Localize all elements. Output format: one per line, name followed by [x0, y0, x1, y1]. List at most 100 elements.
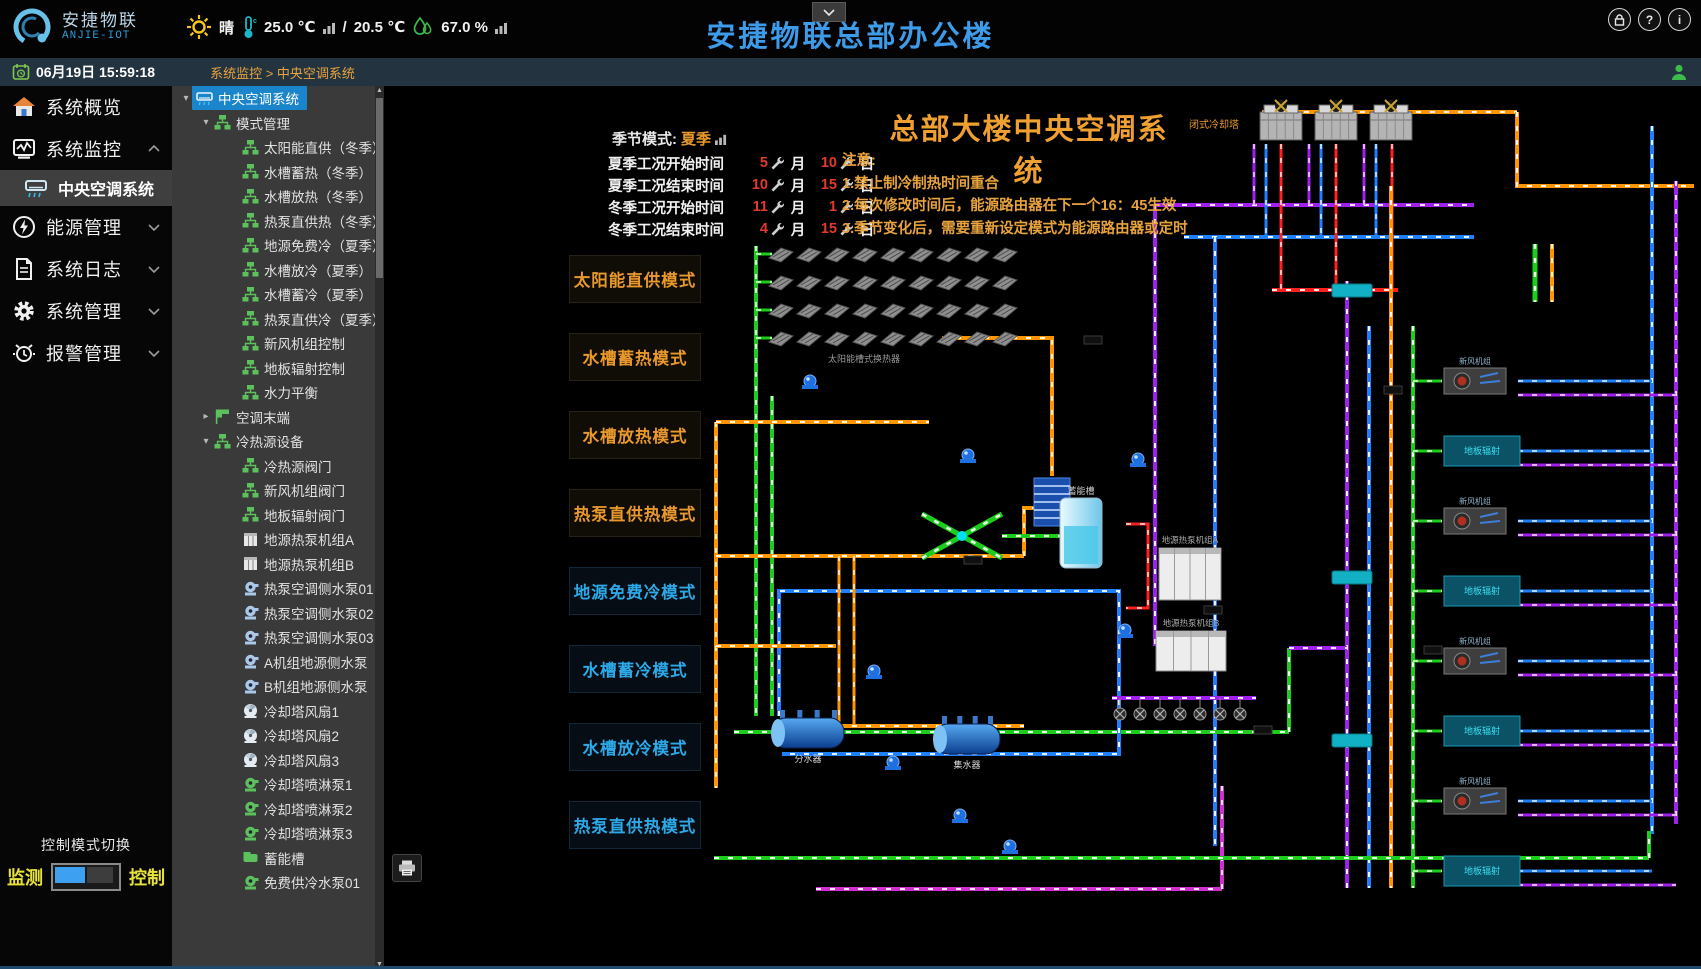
org-icon: [242, 237, 259, 254]
cabinet-icon: [242, 531, 259, 548]
mode-button-4[interactable]: 地源免费冷模式: [570, 568, 700, 614]
scrollbar-thumb[interactable]: [376, 98, 383, 278]
print-button[interactable]: [392, 854, 422, 882]
solar-collector-icon: [797, 332, 821, 346]
tree-item-4[interactable]: 水槽放热（冬季）: [172, 184, 384, 209]
mode-button-2[interactable]: 水槽放热模式: [570, 412, 700, 458]
tree-item-20[interactable]: 热泵空调侧水泵01: [172, 576, 384, 601]
ac-icon: [196, 90, 213, 107]
bus-action-chip[interactable]: [1332, 284, 1372, 297]
status-bar: 06月19日 15:59:18 系统监控 > 中央空调系统: [0, 58, 1701, 86]
tree-item-0[interactable]: ▾中央空调系统: [172, 86, 384, 111]
sidebar-item-1[interactable]: 系统监控: [0, 128, 172, 170]
tree-item-10[interactable]: 新风机组控制: [172, 331, 384, 356]
tree-scrollbar[interactable]: ▲ ▼: [375, 86, 384, 969]
valve-tag: [1384, 386, 1402, 394]
tree-item-6[interactable]: 地源免费冷（夏季）: [172, 233, 384, 258]
radiant-unit[interactable]: 地板辐射: [1444, 716, 1520, 746]
radiant-unit[interactable]: 地板辐射: [1444, 576, 1520, 606]
mode-button-1[interactable]: 水槽蓄热模式: [570, 334, 700, 380]
tree-item-31[interactable]: 蓄能槽: [172, 846, 384, 871]
sidebar-item-6[interactable]: 报警管理: [0, 332, 172, 374]
tree-item-25[interactable]: 冷却塔风扇1: [172, 699, 384, 724]
tree-item-22[interactable]: 热泵空调侧水泵03: [172, 625, 384, 650]
info-button[interactable]: i: [1668, 8, 1691, 31]
ahu-unit[interactable]: 新风机组: [1444, 776, 1506, 814]
tree-item-16[interactable]: 新风机组阀门: [172, 478, 384, 503]
tree-item-2[interactable]: 太阳能直供（冬季）: [172, 135, 384, 160]
mode-button-0[interactable]: 太阳能直供模式: [570, 256, 700, 302]
sidebar-item-0[interactable]: 系统概览: [0, 86, 172, 128]
tree-item-19[interactable]: 地源热泵机组B: [172, 552, 384, 577]
mode-button-3[interactable]: 热泵直供热模式: [570, 490, 700, 536]
sidebar: 系统概览系统监控中央空调系统能源管理系统日志系统管理报警管理控制模式切换监测控制: [0, 86, 172, 969]
heat-pump-a[interactable]: 地源热泵机组A: [1159, 535, 1221, 600]
ahu-unit[interactable]: 新风机组: [1444, 636, 1506, 674]
tree-item-26[interactable]: 冷却塔风扇2: [172, 723, 384, 748]
tree-expander-icon[interactable]: ▾: [180, 93, 192, 104]
tree-item-11[interactable]: 地板辐射控制: [172, 356, 384, 381]
solar-collector-icon: [769, 276, 793, 290]
wrench-edit-icon[interactable]: [770, 156, 785, 171]
mode-button-5[interactable]: 水槽蓄冷模式: [570, 646, 700, 692]
tree-expander-icon[interactable]: ▾: [200, 436, 212, 447]
tree-item-14[interactable]: ▾冷热源设备: [172, 429, 384, 454]
tree-item-9[interactable]: 热泵直供冷（夏季）: [172, 307, 384, 332]
tree-item-21[interactable]: 热泵空调侧水泵02: [172, 601, 384, 626]
scroll-up-icon[interactable]: ▲: [375, 87, 384, 94]
tree-item-27[interactable]: 冷却塔风扇3: [172, 748, 384, 773]
tree-expander-icon[interactable]: ▸: [200, 411, 212, 422]
tree-item-8[interactable]: 水槽蓄冷（夏季）: [172, 282, 384, 307]
tree-item-label: 冷却塔喷淋泵1: [264, 774, 353, 794]
sidebar-item-2[interactable]: 中央空调系统: [0, 170, 172, 206]
wrench-edit-icon[interactable]: [770, 178, 785, 193]
sidebar-item-4[interactable]: 系统日志: [0, 248, 172, 290]
wrench-edit-icon[interactable]: [770, 222, 785, 237]
org-icon: [242, 139, 259, 156]
radiant-unit-label: 地板辐射: [1464, 725, 1500, 736]
indoor-temp: 20.5 ℃: [354, 18, 406, 36]
help-button[interactable]: ?: [1638, 8, 1661, 31]
bus-action-chip[interactable]: [1332, 734, 1372, 747]
tree-item-30[interactable]: 冷却塔喷淋泵3: [172, 821, 384, 846]
tree-item-29[interactable]: 冷却塔喷淋泵2: [172, 797, 384, 822]
tree-item-7[interactable]: 水槽放冷（夏季）: [172, 258, 384, 283]
tree-item-18[interactable]: 地源热泵机组A: [172, 527, 384, 552]
tree-item-13[interactable]: ▸ 空调末端: [172, 405, 384, 430]
heat-pump-b[interactable]: 地源热泵机组B: [1156, 618, 1226, 671]
ahu-unit[interactable]: 新风机组: [1444, 356, 1506, 394]
sidebar-item-5[interactable]: 系统管理: [0, 290, 172, 332]
tree-item-24[interactable]: B机组地源侧水泵: [172, 674, 384, 699]
tree-item-label: 空调末端: [236, 407, 290, 427]
breadcrumb[interactable]: 系统监控 > 中央空调系统: [210, 63, 355, 82]
schedule-label: 夏季工况结束时间: [608, 175, 740, 196]
tree-expander-icon[interactable]: ▾: [200, 117, 212, 128]
tree-item-1[interactable]: ▾模式管理: [172, 111, 384, 136]
pump-green-icon: [242, 825, 259, 842]
radiant-unit[interactable]: 地板辐射: [1444, 856, 1520, 886]
valve-tag: [1254, 726, 1272, 734]
sidebar-item-3[interactable]: 能源管理: [0, 206, 172, 248]
tree-item-15[interactable]: 冷热源阀门: [172, 454, 384, 479]
tree-item-23[interactable]: A机组地源侧水泵: [172, 650, 384, 675]
tree-item-32[interactable]: 免费供冷水泵01: [172, 870, 384, 895]
mode-toggle[interactable]: [51, 863, 121, 891]
radiant-unit[interactable]: 地板辐射: [1444, 436, 1520, 466]
chevron-down-icon: [148, 349, 160, 357]
tree-item-12[interactable]: 水力平衡: [172, 380, 384, 405]
solar-collector-icon: [825, 276, 849, 290]
lock-button[interactable]: [1608, 8, 1631, 31]
ahu-unit[interactable]: 新风机组: [1444, 496, 1506, 534]
mode-button-7[interactable]: 热泵直供热模式: [570, 802, 700, 848]
user-icon[interactable]: [1669, 62, 1689, 82]
title-dropdown-button[interactable]: [812, 2, 846, 22]
mode-button-6[interactable]: 水槽放冷模式: [570, 724, 700, 770]
bus-action-chip[interactable]: [1332, 571, 1372, 584]
tree-item-17[interactable]: 地板辐射阀门: [172, 503, 384, 528]
tree-item-5[interactable]: 热泵直供热（冬季）: [172, 209, 384, 234]
notes-block: 注意:1.禁止制冷制热时间重合2.每次修改时间后，能源路由器在下一个16：45生…: [842, 150, 1188, 240]
schedule-month-value: 5: [740, 155, 768, 171]
tree-item-28[interactable]: 冷却塔喷淋泵1: [172, 772, 384, 797]
tree-item-3[interactable]: 水槽蓄热（冬季）: [172, 160, 384, 185]
wrench-edit-icon[interactable]: [770, 200, 785, 215]
